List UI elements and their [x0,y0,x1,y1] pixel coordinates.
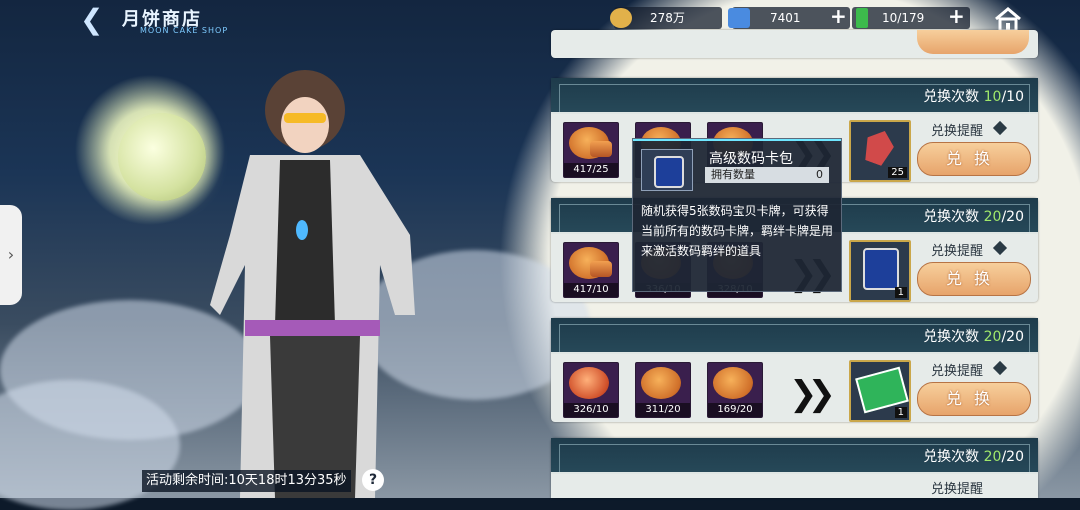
owned-count: 拥有数量 0 [705,167,829,183]
add-energy-button[interactable]: + [948,5,965,27]
remind-toggle[interactable] [992,240,1008,256]
item-quantity: 417/25 [564,163,618,177]
character-illustration [210,70,415,498]
arrow-icon: ❯❯ [789,374,836,414]
ticket-icon [728,8,750,28]
mooncake-icon [713,367,753,399]
remind-toggle[interactable] [992,120,1008,136]
page-subtitle: MOON CAKE SHOP [140,26,229,35]
moon-orb [118,113,206,201]
exchange-card: 兑换次数 20/20 326/10 311/20 169/20 ❯❯ 1 兑换提… [551,318,1038,422]
exchange-card: 兑换次数 20/20 兑换提醒 [551,438,1038,498]
item-quantity: 169/20 [708,403,762,417]
item-quantity: 417/10 [564,283,618,297]
owned-label: 拥有数量 [711,168,755,181]
item-tooltip: 高级数码卡包 拥有数量 0 随机获得5张数码宝贝卡牌，可获得当前所有的数码卡牌，… [632,138,842,292]
exchange-count: 兑换次数 10/10 [923,89,1024,105]
mooncake-item[interactable]: 169/20 [707,362,763,418]
remind-label: 兑换提醒 [931,244,984,259]
tooltip-description: 随机获得5张数码宝贝卡牌，可获得当前所有的数码卡牌，羁绊卡牌是用来激活数码羁绊的… [641,204,834,258]
mooncake-item[interactable]: 417/25 [563,122,619,178]
reward-card-pack[interactable]: 1 [849,240,911,302]
exchange-count: 兑换次数 20/20 [923,209,1024,225]
energy-value: 10/179 [882,11,925,25]
resource-ticket: 7401 + [728,5,850,29]
card-header: 兑换次数 20/20 [551,438,1038,474]
reward-quantity: 1 [894,407,907,418]
add-ticket-button[interactable]: + [830,5,847,27]
timer-label: 活动剩余时间: [146,473,229,488]
item-quantity: 326/10 [564,403,618,417]
reward-bond-card[interactable]: 1 [849,360,911,422]
remind-label: 兑换提醒 [931,124,984,139]
owned-value: 0 [816,168,823,181]
exchange-button-partial[interactable] [917,30,1029,54]
remind-label: 兑换提醒 [931,482,984,497]
card-header: 兑换次数 20/20 [551,318,1038,354]
card-pack-icon [641,149,693,191]
ticket-value: 7401 [770,11,801,25]
card-pack-icon [863,248,899,290]
exchange-button[interactable]: 兑换 [917,262,1031,296]
item-quantity: 311/20 [636,403,690,417]
exchange-count: 兑换次数 20/20 [923,329,1024,345]
remind-toggle[interactable] [992,360,1008,376]
exchange-button[interactable]: 兑换 [917,142,1031,176]
mooncake-item[interactable]: 417/10 [563,242,619,298]
coin-value: 278万 [650,11,685,25]
resource-coin: 278万 [610,7,722,29]
crystal-icon [860,126,898,168]
mooncake-icon [641,367,681,399]
reward-quantity: 1 [894,287,907,298]
remind-label: 兑换提醒 [931,364,984,379]
exchange-card-partial [551,30,1038,58]
event-timer: 活动剩余时间:10天18时13分35秒 [142,470,351,492]
mooncake-item[interactable]: 326/10 [563,362,619,418]
tooltip-title: 高级数码卡包 [709,151,793,167]
card-header: 兑换次数 10/10 [551,78,1038,114]
energy-icon [856,8,868,28]
exchange-count: 兑换次数 20/20 [923,449,1024,465]
exchange-button[interactable]: 兑换 [917,382,1031,416]
coin-icon [610,8,632,28]
resource-energy: 10/179 + [852,5,970,29]
mooncake-item[interactable]: 311/20 [635,362,691,418]
back-button[interactable]: ❮ [80,6,110,34]
side-expand-tab[interactable]: › [0,205,22,305]
help-icon[interactable]: ? [362,469,384,491]
reward-quantity: 25 [888,167,907,178]
reward-crystal[interactable]: 25 [849,120,911,182]
mooncake-icon [569,367,609,399]
timer-value: 10天18时13分35秒 [228,473,347,488]
